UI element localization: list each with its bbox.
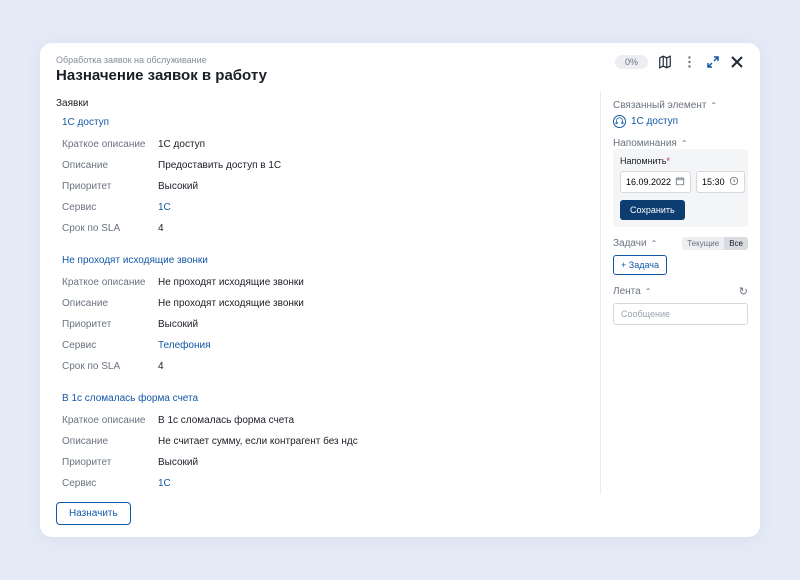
ticket-title[interactable]: 1С доступ	[62, 117, 584, 128]
field-value: Предоставить доступ в 1С	[158, 160, 584, 171]
add-task-button[interactable]: + Задача	[613, 255, 667, 275]
field-label: Описание	[62, 298, 158, 309]
body: Заявки 1С доступ Краткое описание1С дост…	[40, 92, 760, 494]
field-value: Не проходят исходящие звонки	[158, 277, 584, 288]
chevron-up-icon: ⌃	[645, 287, 652, 296]
page-title: Назначение заявок в работу	[56, 67, 615, 84]
feed-header[interactable]: Лента ⌃	[613, 286, 651, 297]
seg-current[interactable]: Текущие	[682, 237, 724, 250]
field-label: Сервис	[62, 340, 158, 351]
field-value: В 1с сломалась форма счета	[158, 415, 584, 426]
field-label: Краткое описание	[62, 139, 158, 150]
clock-icon	[729, 176, 739, 188]
date-input[interactable]: 16.09.2022	[620, 171, 691, 193]
ticket-title[interactable]: В 1с сломалась форма счета	[62, 393, 584, 404]
section-label: Заявки	[56, 98, 584, 109]
field-label: Сервис	[62, 478, 158, 489]
sidebar: Связанный элемент ⌃ 1С доступ Напоминани…	[600, 92, 760, 494]
tasks-section: Задачи ⌃ Текущие Все + Задача	[613, 237, 748, 275]
field-value: 1С доступ	[158, 139, 584, 150]
chevron-up-icon: ⌃	[710, 101, 717, 110]
reminders-label: Напоминания	[613, 138, 677, 149]
date-value: 16.09.2022	[626, 177, 671, 187]
feed-label: Лента	[613, 286, 641, 297]
tasks-header[interactable]: Задачи ⌃	[613, 238, 657, 249]
progress-badge: 0%	[615, 55, 648, 69]
linked-item[interactable]: 1С доступ	[613, 115, 748, 128]
service-link[interactable]: 1С	[158, 478, 584, 489]
save-button[interactable]: Сохранить	[620, 200, 685, 220]
headset-icon	[613, 115, 626, 128]
field-value: Высокий	[158, 181, 584, 192]
field-label: Приоритет	[62, 181, 158, 192]
main-panel: Заявки 1С доступ Краткое описание1С дост…	[40, 92, 600, 494]
field-label: Срок по SLA	[62, 223, 158, 234]
reminder-form: Напомнить* 16.09.2022 15:30	[613, 149, 748, 227]
feed-section: Лента ⌃ ↻ Сообщение	[613, 285, 748, 325]
field-value: Не проходят исходящие звонки	[158, 298, 584, 309]
field-value: Не считает сумму, если контрагент без нд…	[158, 436, 584, 447]
service-link[interactable]: 1С	[158, 202, 584, 213]
field-label: Краткое описание	[62, 415, 158, 426]
linked-text: 1С доступ	[631, 116, 678, 127]
remind-label: Напомнить*	[620, 156, 741, 166]
field-value: 4	[158, 223, 584, 234]
footer: Назначить	[40, 494, 760, 537]
chevron-up-icon: ⌃	[651, 239, 658, 248]
time-value: 15:30	[702, 177, 725, 187]
field-label: Приоритет	[62, 457, 158, 468]
calendar-icon	[675, 176, 685, 188]
tasks-segment: Текущие Все	[682, 237, 748, 250]
linked-section: Связанный элемент ⌃ 1С доступ	[613, 100, 748, 128]
reminders-header[interactable]: Напоминания ⌃	[613, 138, 748, 149]
ticket-title[interactable]: Не проходят исходящие звонки	[62, 255, 584, 266]
field-value: 4	[158, 361, 584, 372]
field-label: Приоритет	[62, 319, 158, 330]
linked-header[interactable]: Связанный элемент ⌃	[613, 100, 748, 111]
message-input[interactable]: Сообщение	[613, 303, 748, 325]
linked-label: Связанный элемент	[613, 100, 706, 111]
map-icon[interactable]	[658, 55, 672, 69]
header: Обработка заявок на обслуживание Назначе…	[40, 43, 760, 92]
assign-button[interactable]: Назначить	[56, 502, 131, 525]
service-link[interactable]: Телефония	[158, 340, 584, 351]
field-label: Описание	[62, 160, 158, 171]
seg-all[interactable]: Все	[724, 237, 748, 250]
field-label: Сервис	[62, 202, 158, 213]
field-label: Описание	[62, 436, 158, 447]
refresh-icon[interactable]: ↻	[739, 285, 748, 298]
field-value: Высокий	[158, 319, 584, 330]
field-label: Краткое описание	[62, 277, 158, 288]
tasks-label: Задачи	[613, 238, 647, 249]
chevron-up-icon: ⌃	[681, 139, 688, 148]
expand-icon[interactable]	[706, 55, 720, 69]
field-label: Срок по SLA	[62, 361, 158, 372]
more-icon[interactable]	[682, 55, 696, 69]
modal: Обработка заявок на обслуживание Назначе…	[40, 43, 760, 537]
breadcrumb[interactable]: Обработка заявок на обслуживание	[56, 55, 615, 65]
close-icon[interactable]	[730, 55, 744, 69]
field-value: Высокий	[158, 457, 584, 468]
reminders-section: Напоминания ⌃ Напомнить* 16.09.2022 1	[613, 138, 748, 227]
time-input[interactable]: 15:30	[696, 171, 745, 193]
